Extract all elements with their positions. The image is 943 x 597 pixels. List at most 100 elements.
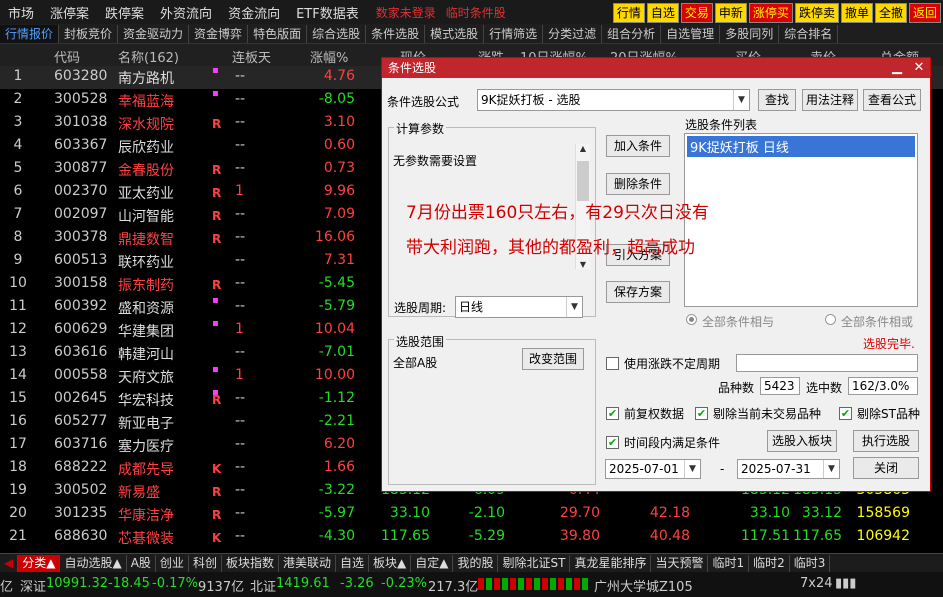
stock-name[interactable]: 华建集团 (118, 321, 174, 341)
stock-name[interactable]: 成都先导 (118, 459, 174, 479)
bottom-tab-10[interactable]: 我的股 (453, 554, 499, 572)
tab-13[interactable]: 综合排名 (779, 24, 839, 43)
table-row[interactable]: 21 688630 芯碁微装 K -- -4.30 117.65 -5.29 39.80 40.4… (0, 526, 943, 549)
stock-name[interactable]: 联环药业 (118, 252, 174, 272)
stock-name[interactable]: 华宏科技 (118, 390, 174, 410)
exclude-st-checkbox[interactable]: ✔ (839, 407, 852, 420)
bottom-tab-4[interactable]: 科创 (189, 554, 222, 572)
bottom-tab-13[interactable]: 当天预警 (651, 554, 709, 572)
stock-name[interactable]: 辰欣药业 (118, 137, 174, 157)
top-button-8[interactable]: 返回 (908, 3, 941, 23)
bottom-tab-6[interactable]: 港美联动 (279, 554, 336, 572)
add-condition-button[interactable]: 加入条件 (606, 135, 670, 157)
stock-code[interactable]: 002370 (54, 183, 107, 199)
find-button[interactable]: 查找 (758, 89, 796, 111)
scroll-up-icon[interactable]: ▲ (576, 144, 590, 153)
stock-code[interactable]: 002645 (54, 390, 107, 406)
menu-item-4[interactable]: 资金流向 (220, 3, 288, 22)
bottom-tab-0[interactable]: 分类▲ (18, 554, 61, 572)
stock-name[interactable]: 鼎捷数智 (118, 229, 174, 249)
tab-0[interactable]: 行情报价 (0, 24, 60, 43)
use-period-checkbox[interactable] (606, 357, 619, 370)
to-block-button[interactable]: 选股入板块 (767, 430, 837, 452)
usage-button[interactable]: 用法注释 (802, 89, 858, 111)
tab-4[interactable]: 特色版面 (248, 24, 308, 43)
stock-name[interactable]: 金春股份 (118, 160, 174, 180)
tab-12[interactable]: 多股同列 (720, 24, 780, 43)
stock-name[interactable]: 新易盛 (118, 482, 160, 502)
col-name[interactable]: 名称(162) (118, 47, 179, 66)
menu-item-0[interactable]: 市场 (0, 3, 42, 22)
menu-item-5[interactable]: ETF数据表 (288, 3, 367, 22)
stock-name[interactable]: 亚太药业 (118, 183, 174, 203)
condition-list[interactable]: 9K捉妖打板 日线 (684, 133, 918, 307)
close-icon[interactable]: ✕ (908, 58, 930, 78)
tab-10[interactable]: 组合分析 (602, 24, 662, 43)
stock-name[interactable]: 新亚电子 (118, 413, 174, 433)
bottom-tab-7[interactable]: 自选 (336, 554, 369, 572)
tab-3[interactable]: 资金博弈 (189, 24, 249, 43)
stock-name[interactable]: 南方路机 (118, 68, 174, 88)
stock-code[interactable]: 603716 (54, 436, 107, 452)
stock-code[interactable]: 688222 (54, 459, 107, 475)
change-scope-button[interactable]: 改变范围 (522, 348, 584, 370)
stock-code[interactable]: 600629 (54, 321, 107, 337)
menu-temp-stocks[interactable]: 临时条件股 (441, 4, 511, 21)
top-button-6[interactable]: 撤单 (840, 3, 873, 23)
stock-code[interactable]: 603280 (54, 68, 107, 84)
stock-code[interactable]: 605277 (54, 413, 107, 429)
tab-2[interactable]: 资金驱动力 (118, 24, 190, 43)
stock-name[interactable]: 深水规院 (118, 114, 174, 134)
stock-code[interactable]: 300528 (54, 91, 107, 107)
date-to-input[interactable]: 2025-07-31 ▼ (737, 459, 840, 479)
stock-code[interactable]: 300158 (54, 275, 107, 291)
period-input[interactable] (736, 354, 918, 372)
stock-code[interactable]: 600392 (54, 298, 107, 314)
prev-arrow-icon[interactable]: ◀ (0, 554, 19, 572)
top-button-3[interactable]: 申新 (714, 3, 747, 23)
table-row[interactable]: 20 301235 华康洁净 R -- -5.97 33.10 -2.10 29.70 42.18… (0, 503, 943, 526)
stock-name[interactable]: 山河智能 (118, 206, 174, 226)
stock-name[interactable]: 天府文旅 (118, 367, 174, 387)
formula-select[interactable]: 9K捉妖打板 - 选股 ▼ (477, 89, 750, 111)
menu-item-3[interactable]: 外资流向 (152, 3, 220, 22)
stock-code[interactable]: 603367 (54, 137, 107, 153)
stock-code[interactable]: 688630 (54, 528, 107, 544)
bottom-tab-9[interactable]: 自定▲ (411, 554, 454, 572)
stock-code[interactable]: 600513 (54, 252, 107, 268)
menu-item-1[interactable]: 涨停案 (42, 3, 97, 22)
period-select[interactable]: 日线 ▼ (455, 296, 583, 318)
bottom-tab-5[interactable]: 板块指数 (222, 554, 279, 572)
stock-name[interactable]: 幸福蓝海 (118, 91, 174, 111)
tab-11[interactable]: 自选管理 (661, 24, 721, 43)
top-button-2[interactable]: 交易 (680, 3, 713, 23)
stock-code[interactable]: 000558 (54, 367, 107, 383)
top-button-7[interactable]: 全撤 (874, 3, 907, 23)
date-from-input[interactable]: 2025-07-01 ▼ (605, 459, 701, 479)
top-button-1[interactable]: 自选 (646, 3, 679, 23)
tab-9[interactable]: 分类过滤 (543, 24, 603, 43)
stock-code[interactable]: 002097 (54, 206, 107, 222)
stock-name[interactable]: 芯碁微装 (118, 528, 174, 548)
condition-list-item[interactable]: 9K捉妖打板 日线 (687, 136, 915, 157)
stock-code[interactable]: 300378 (54, 229, 107, 245)
stock-code[interactable]: 301038 (54, 114, 107, 130)
bottom-tab-15[interactable]: 临时2 (749, 554, 790, 572)
bottom-tab-1[interactable]: 自动选股▲ (60, 554, 127, 572)
stock-name[interactable]: 韩建河山 (118, 344, 174, 364)
scroll-down-icon[interactable]: ▼ (576, 260, 590, 269)
scroll-thumb[interactable] (577, 161, 589, 201)
tab-1[interactable]: 封板竞价 (59, 24, 119, 43)
col-streak[interactable]: 连板天 (232, 47, 271, 66)
col-code[interactable]: 代码 (54, 47, 80, 66)
stock-name[interactable]: 盛和资源 (118, 298, 174, 318)
fq-checkbox[interactable]: ✔ (606, 407, 619, 420)
exclude-notrade-checkbox[interactable]: ✔ (695, 407, 708, 420)
view-formula-button[interactable]: 查看公式 (863, 89, 921, 111)
tab-7[interactable]: 模式选股 (425, 24, 485, 43)
top-button-5[interactable]: 跌停卖 (794, 3, 839, 23)
stock-code[interactable]: 300502 (54, 482, 107, 498)
tab-8[interactable]: 行情筛选 (484, 24, 544, 43)
menu-item-2[interactable]: 跌停案 (97, 3, 152, 22)
stock-code[interactable]: 301235 (54, 505, 107, 521)
